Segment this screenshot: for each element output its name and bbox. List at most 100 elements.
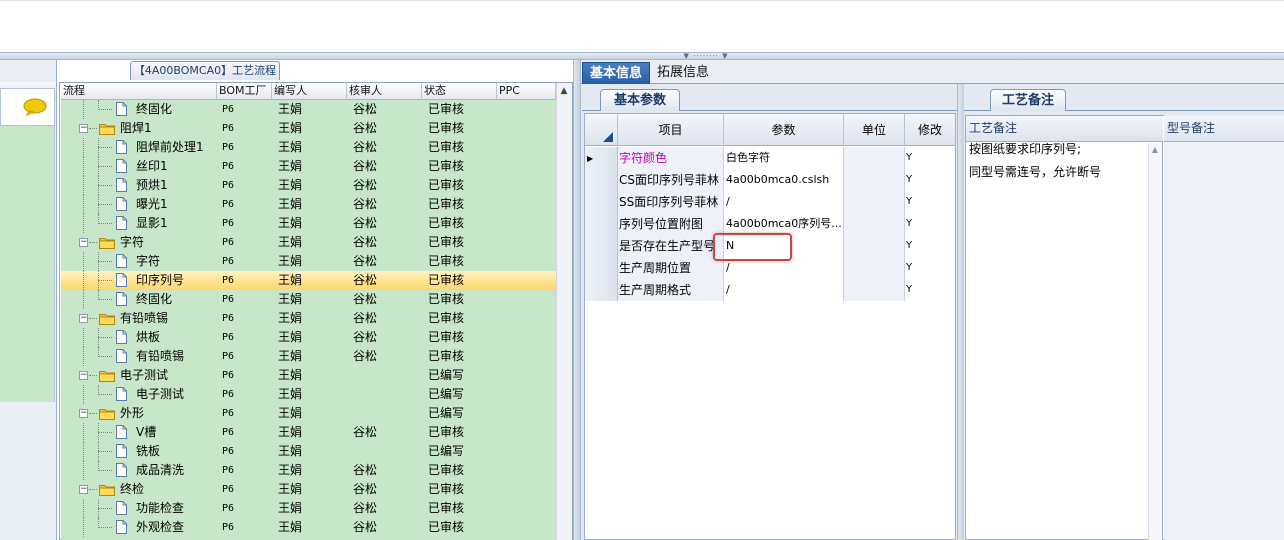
param-unit[interactable] xyxy=(844,169,905,191)
tree-step-row[interactable]: 电子测试 P6 王娟 已编写 xyxy=(61,385,556,404)
tree-folder-row[interactable]: − 外形 P6 王娟 已编写 xyxy=(61,404,556,423)
cell-writer: 王娟 xyxy=(278,197,303,211)
process-flow-tab[interactable]: 【4A00BOMCA0】工艺流程 xyxy=(130,61,280,80)
vertical-splitter[interactable] xyxy=(573,60,581,540)
col-flow[interactable]: 流程 xyxy=(61,83,217,100)
process-note-line[interactable]: 同型号需连号，允许断号 xyxy=(969,164,1149,180)
col-modify[interactable]: 修改 xyxy=(905,114,955,146)
param-modify[interactable]: Y xyxy=(905,235,955,257)
tree-step-row[interactable]: 功能检查 P6 王娟 谷松 已审核 xyxy=(61,499,556,518)
param-unit[interactable] xyxy=(844,235,905,257)
tree-node-label: 外形 xyxy=(120,406,145,420)
cell-checker: 谷松 xyxy=(353,501,378,515)
row-indicator[interactable] xyxy=(585,169,618,191)
col-bom-factory[interactable]: BOM工厂 xyxy=(217,83,272,100)
col-checker[interactable]: 核审人 xyxy=(347,83,422,100)
param-value[interactable]: 白色字符 xyxy=(724,147,844,169)
tree-step-row[interactable]: 终固化 P6 王娟 谷松 已审核 xyxy=(61,290,556,309)
param-unit[interactable] xyxy=(844,279,905,301)
tree-folder-row[interactable]: − 阻焊1 P6 王娟 谷松 已审核 xyxy=(61,119,556,138)
tree-vertical-scrollbar[interactable] xyxy=(556,83,572,540)
scroll-up-arrow-icon[interactable]: ▲ xyxy=(556,84,572,98)
tree-step-row[interactable]: 有铅喷锡 P6 王娟 谷松 已审核 xyxy=(61,347,556,366)
param-modify[interactable]: Y xyxy=(905,213,955,235)
param-unit[interactable] xyxy=(844,147,905,169)
cell-status: 已审核 xyxy=(428,102,465,116)
tree-step-row[interactable]: 印序列号 P6 王娟 谷松 已审核 xyxy=(61,271,556,290)
param-modify[interactable]: Y xyxy=(905,257,955,279)
cell-writer: 王娟 xyxy=(278,501,303,515)
param-unit[interactable] xyxy=(844,213,905,235)
current-row-pointer-icon: ▶ xyxy=(587,154,594,163)
param-row[interactable]: 序列号位置附图 4a00b0mca0序列号... Y xyxy=(585,213,955,235)
cell-bom-factory: P6 xyxy=(222,465,235,476)
col-param[interactable]: 参数 xyxy=(724,114,844,146)
row-indicator[interactable] xyxy=(585,191,618,213)
tab-extended-info[interactable]: 拓展信息 xyxy=(650,62,716,84)
param-modify[interactable]: Y xyxy=(905,191,955,213)
tree-step-row[interactable]: 终固化 P6 王娟 谷松 已审核 xyxy=(61,100,556,119)
tree-step-row[interactable]: 字符 P6 王娟 谷松 已审核 xyxy=(61,252,556,271)
param-row[interactable]: SS面印序列号菲林 / Y xyxy=(585,191,955,213)
param-modify[interactable]: Y xyxy=(905,147,955,169)
tree-step-row[interactable]: 阻焊前处理1 P6 王娟 谷松 已审核 xyxy=(61,138,556,157)
col-status[interactable]: 状态 xyxy=(422,83,497,100)
param-value[interactable]: / xyxy=(724,191,844,213)
notes-vertical-scrollbar[interactable] xyxy=(1148,143,1162,540)
cell-writer: 王娟 xyxy=(278,235,303,249)
row-indicator[interactable] xyxy=(585,257,618,279)
tree-step-row[interactable]: 显影1 P6 王娟 谷松 已审核 xyxy=(61,214,556,233)
splitter-grip-icon[interactable]: ▼ ········ ▼ xyxy=(676,53,736,60)
tree-folder-row[interactable]: − 终检 P6 王娟 谷松 已审核 xyxy=(61,480,556,499)
row-indicator[interactable] xyxy=(585,279,618,301)
param-value[interactable]: / xyxy=(724,279,844,301)
vertical-splitter-2[interactable] xyxy=(957,84,964,540)
tab-basic-params[interactable]: 基本参数 xyxy=(600,89,680,111)
param-unit[interactable] xyxy=(844,257,905,279)
param-item: 字符颜色 xyxy=(618,147,724,169)
tree-step-row[interactable]: 烘板 P6 王娟 谷松 已审核 xyxy=(61,328,556,347)
tree-step-row[interactable]: 曝光1 P6 王娟 谷松 已审核 xyxy=(61,195,556,214)
cell-checker: 谷松 xyxy=(353,482,378,496)
row-indicator[interactable] xyxy=(585,235,618,257)
cell-status: 已审核 xyxy=(428,273,465,287)
col-unit[interactable]: 单位 xyxy=(844,114,905,146)
param-modify[interactable]: Y xyxy=(905,279,955,301)
param-row[interactable]: CS面印序列号菲林 4a00b0mca0.cslsh Y xyxy=(585,169,955,191)
cell-checker: 谷松 xyxy=(353,273,378,287)
param-value[interactable]: 4a00b0mca0.cslsh xyxy=(724,169,844,191)
tree-step-row[interactable]: 外观检查 P6 王娟 谷松 已审核 xyxy=(61,518,556,537)
param-unit[interactable] xyxy=(844,191,905,213)
params-corner[interactable] xyxy=(585,114,618,146)
horizontal-splitter[interactable] xyxy=(0,52,1284,60)
cell-checker: 谷松 xyxy=(353,463,378,477)
annotation-highlight-box xyxy=(713,233,792,261)
param-row[interactable]: 生产周期格式 / Y xyxy=(585,279,955,301)
tree-node-label: 终固化 xyxy=(136,102,173,116)
tree-step-row[interactable]: V槽 P6 王娟 谷松 已审核 xyxy=(61,423,556,442)
tree-folder-row[interactable]: − 字符 P6 王娟 谷松 已审核 xyxy=(61,233,556,252)
tree-step-row[interactable]: 预烘1 P6 王娟 谷松 已审核 xyxy=(61,176,556,195)
tree-folder-row[interactable]: − 电子测试 P6 王娟 已编写 xyxy=(61,366,556,385)
row-indicator[interactable] xyxy=(585,213,618,235)
process-note-line[interactable]: 按图纸要求印序列号; xyxy=(969,141,1149,157)
chat-bubble-icon[interactable] xyxy=(23,98,47,116)
param-modify[interactable]: Y xyxy=(905,169,955,191)
tree-folder-row[interactable]: − 有铅喷锡 P6 王娟 谷松 已审核 xyxy=(61,309,556,328)
tree-step-row[interactable]: 成品清洗 P6 王娟 谷松 已审核 xyxy=(61,461,556,480)
cell-status: 已审核 xyxy=(428,330,465,344)
col-writer[interactable]: 编写人 xyxy=(272,83,347,100)
tab-process-notes[interactable]: 工艺备注 xyxy=(990,89,1066,111)
tree-step-row[interactable]: 铣板 P6 王娟 已编写 xyxy=(61,442,556,461)
tree-step-row[interactable]: 丝印1 P6 王娟 谷松 已审核 xyxy=(61,157,556,176)
cell-writer: 王娟 xyxy=(278,292,303,306)
col-ppc[interactable]: PPC xyxy=(497,83,556,100)
tree-node-label: 有铅喷锡 xyxy=(136,349,185,363)
col-item[interactable]: 项目 xyxy=(618,114,724,146)
cell-status: 已审核 xyxy=(428,349,465,363)
param-row[interactable]: 字符颜色 白色字符 Y xyxy=(585,147,955,169)
notes-scroll-up-arrow-icon[interactable]: ▲ xyxy=(1148,144,1162,156)
tab-basic-info[interactable]: 基本信息 xyxy=(582,62,651,84)
param-value[interactable]: 4a00b0mca0序列号... xyxy=(724,213,844,235)
cell-checker: 谷松 xyxy=(353,349,378,363)
